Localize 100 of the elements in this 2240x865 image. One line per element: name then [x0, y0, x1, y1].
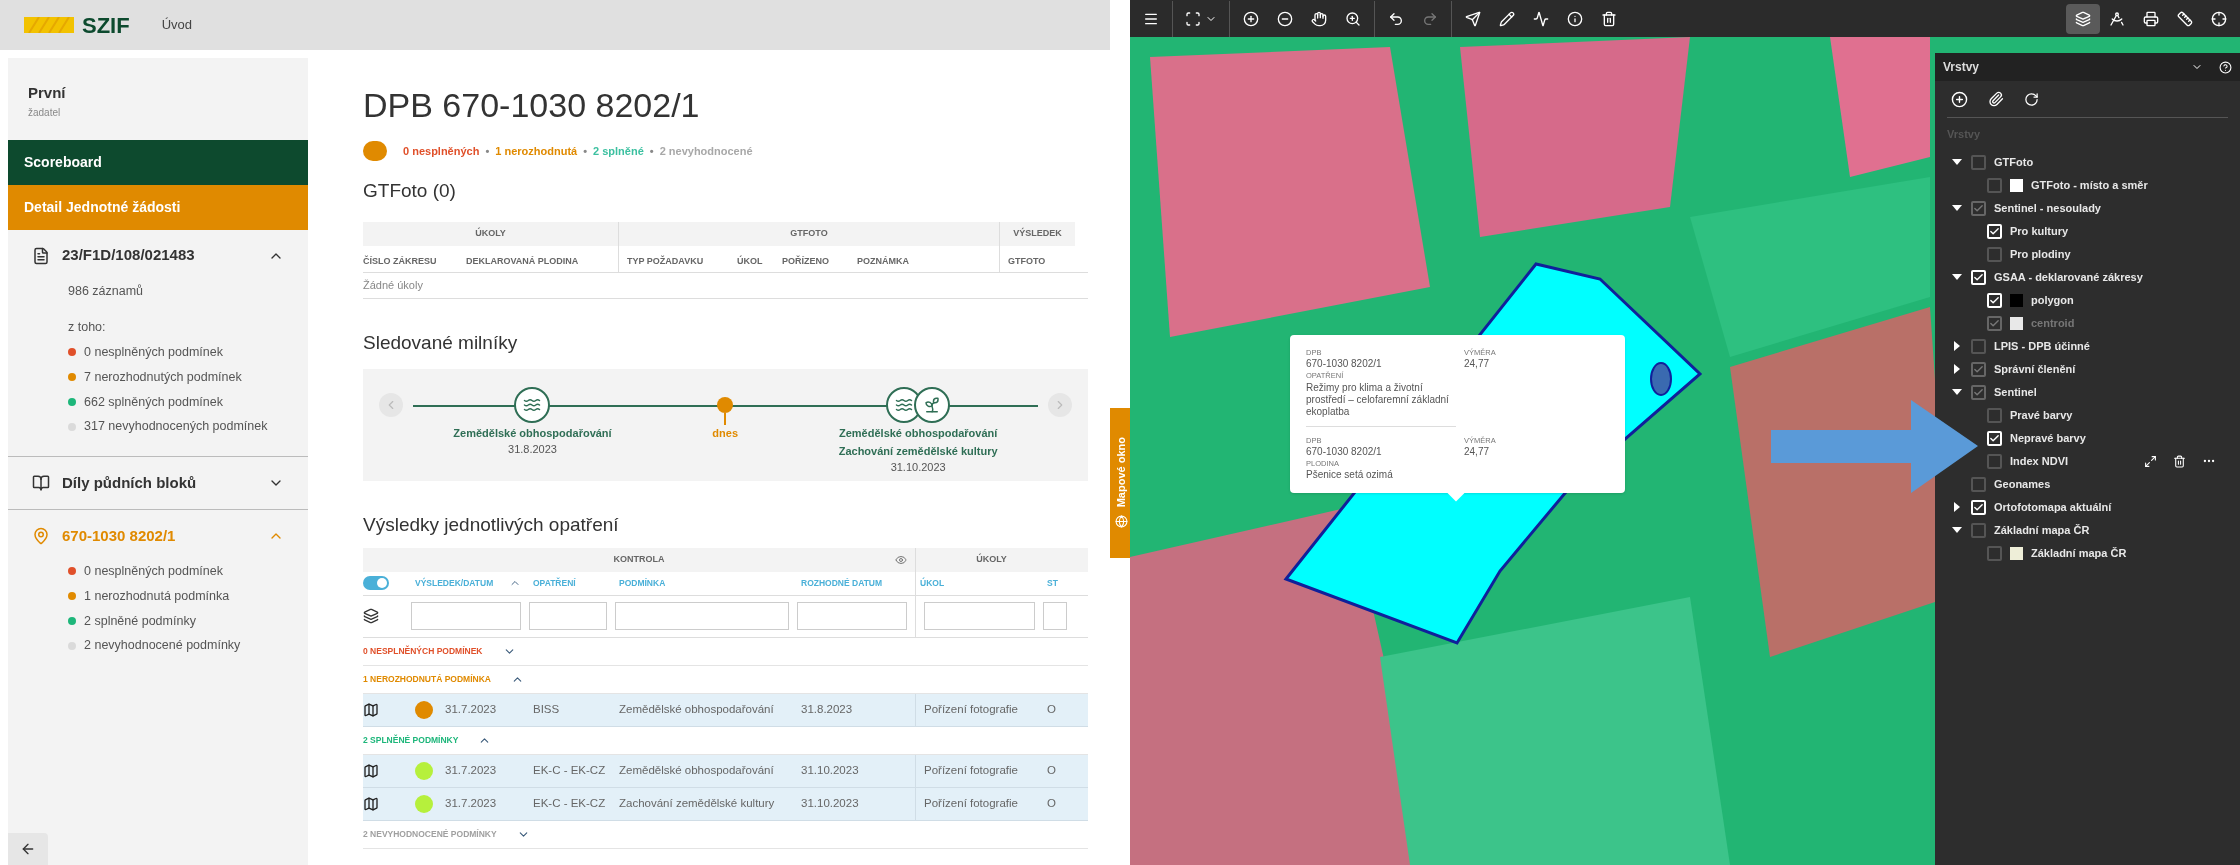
document-icon [32, 246, 50, 265]
check-icon [1973, 271, 1984, 283]
arrow-left-icon [20, 841, 36, 857]
layer-label[interactable]: polygon [2031, 291, 2074, 309]
column-header: OPATŘENÍ [532, 576, 577, 590]
table-cell-text: O [1046, 762, 1057, 778]
filter-field[interactable] [797, 602, 907, 630]
refresh-icon[interactable] [2024, 91, 2039, 107]
sidebar-menu-item[interactable]: Scoreboard [8, 139, 308, 185]
field-value: Režimy pro klima a životní prostředí – celofaremní základní ekoplatba [1306, 381, 1450, 418]
checkbox[interactable] [1971, 522, 1986, 538]
table-cell-text: O [1046, 795, 1057, 811]
sidebar-section-header[interactable]: Díly půdních bloků [8, 457, 308, 509]
table-cell: Pořízení fotografie [915, 787, 1043, 820]
globe-icon [1114, 515, 1128, 529]
checkbox[interactable] [1987, 177, 2002, 193]
zoom-out-icon [1277, 10, 1293, 27]
column-header: GTFOTO [1008, 255, 1046, 266]
filter-field[interactable] [615, 602, 789, 630]
checkbox[interactable] [1971, 338, 1986, 354]
stat-text: 317 nevyhodnocených podmínek [84, 418, 268, 436]
checkbox[interactable] [1987, 545, 2002, 561]
layer-label[interactable]: Geonames [1994, 475, 2051, 493]
checkbox[interactable] [1971, 476, 1986, 492]
magnifier-icon [1345, 10, 1361, 27]
printer-icon [2143, 10, 2159, 27]
table-cell-text: 31.7.2023 [445, 701, 497, 717]
location-pin-icon [32, 527, 50, 545]
undo-icon [1388, 10, 1404, 27]
group-label: 2 SPLNĚNÉ PODMÍNKY [363, 733, 459, 747]
help-icon[interactable] [2219, 60, 2232, 74]
column-header: ČÍSLO ZÁKRESU [363, 255, 437, 266]
caret-right-icon[interactable] [1954, 502, 1960, 512]
column-header: GTFOTO [790, 226, 828, 240]
group-label: 2 NEVYHODNOCENÉ PODMÍNKY [363, 827, 497, 841]
filter-field[interactable] [1043, 602, 1067, 630]
filter-field[interactable] [529, 602, 607, 630]
check-icon [1973, 501, 1984, 513]
column-header: KONTROLA [613, 552, 665, 566]
column-header: PODMÍNKA [618, 576, 667, 590]
milestone-label: Zemědělské obhospodařování [453, 426, 612, 441]
back-button[interactable] [8, 833, 48, 865]
pencil-icon [1499, 10, 1515, 27]
column-header: DEKLAROVANÁ PLODINA [466, 255, 579, 266]
field-value: 24,77 [1464, 445, 1491, 458]
layer-label[interactable]: GTFoto - místo a směr [2031, 176, 2148, 194]
column-header: ST [1046, 576, 1059, 590]
layer-label[interactable]: LPIS - DPB účinné [1994, 337, 2090, 355]
section-title: Výsledky jednotlivých opatření [363, 513, 620, 537]
map-icon[interactable] [363, 701, 379, 718]
user-name: První [28, 83, 67, 103]
stat-text: 2 splněné podmínky [84, 612, 196, 630]
caret-down-icon[interactable] [1952, 274, 1962, 280]
table-cell-text: O [1046, 701, 1057, 717]
table-cell-text: 31.8.2023 [800, 701, 854, 717]
layer-label[interactable]: GTFoto [1994, 153, 2034, 171]
map-icon[interactable] [363, 795, 379, 812]
layers-button[interactable] [2066, 3, 2100, 34]
add-icon[interactable] [1951, 90, 1968, 108]
table-cell-text: 31.10.2023 [800, 795, 860, 811]
filter-field[interactable] [411, 602, 521, 630]
nav-link[interactable]: Úvod [161, 15, 193, 35]
table-cell-text: 31.7.2023 [445, 795, 497, 811]
check-icon [1989, 432, 2000, 444]
milestone-date: 31.10.2023 [890, 460, 946, 475]
caret-down-icon[interactable] [1952, 527, 1962, 533]
column-header: ÚKOL [737, 255, 763, 266]
summary-count: 2 nevyhodnocené [659, 143, 753, 159]
group-label: 0 NESPLNĚNÝCH PODMÍNEK [363, 644, 483, 658]
layer-label[interactable]: Základní mapa ČR [2031, 544, 2127, 562]
stat-text: 0 nesplněných podmínek [84, 563, 223, 580]
toggle-switch[interactable] [363, 576, 389, 590]
group-header[interactable]: 0 NESPLNĚNÝCH PODMÍNEK [363, 637, 1088, 666]
separator-dot: • [648, 143, 655, 159]
summary-count: 0 nesplněných [403, 143, 480, 159]
caret-down-icon[interactable] [1952, 159, 1962, 165]
milestone-label: Zachování zemědělské kultury [838, 444, 998, 459]
map-icon[interactable] [363, 762, 379, 779]
polyline-icon [1533, 10, 1549, 27]
stat-text: 0 nesplněných podmínek [84, 344, 223, 361]
field-value: Pšenice setá ozimá [1306, 469, 1394, 481]
layers-icon[interactable] [363, 608, 379, 624]
stat-text: 662 splněných podmínek [84, 393, 223, 411]
eye-icon[interactable] [895, 553, 907, 566]
check-icon [1989, 294, 2000, 306]
column-header: TYP POŽADAVKU [627, 255, 704, 266]
table-cell-text: 31.7.2023 [445, 762, 497, 778]
checkbox[interactable] [1971, 154, 1986, 170]
layer-label[interactable]: Základní mapa ČR [1994, 521, 2090, 539]
group-label: 1 NEROZHODNUTÁ PODMÍNKA [363, 672, 491, 686]
filter-field[interactable] [924, 602, 1035, 630]
hand-icon [1311, 10, 1327, 27]
paperclip-icon[interactable] [1988, 91, 2004, 107]
layer-label[interactable]: GSAA - deklarované zákresy [1994, 268, 2143, 286]
table-cell-text: EK-C - EK-CZ [532, 795, 607, 811]
layer-label[interactable]: Ortofotomapa aktuální [1994, 498, 2112, 516]
caret-right-icon[interactable] [1954, 341, 1960, 351]
sidebar-section-header[interactable]: 23/F1D/108/021483 [8, 229, 308, 282]
milestone-date: 31.8.2023 [508, 442, 557, 457]
empty-message: Žádné úkoly [363, 277, 423, 293]
